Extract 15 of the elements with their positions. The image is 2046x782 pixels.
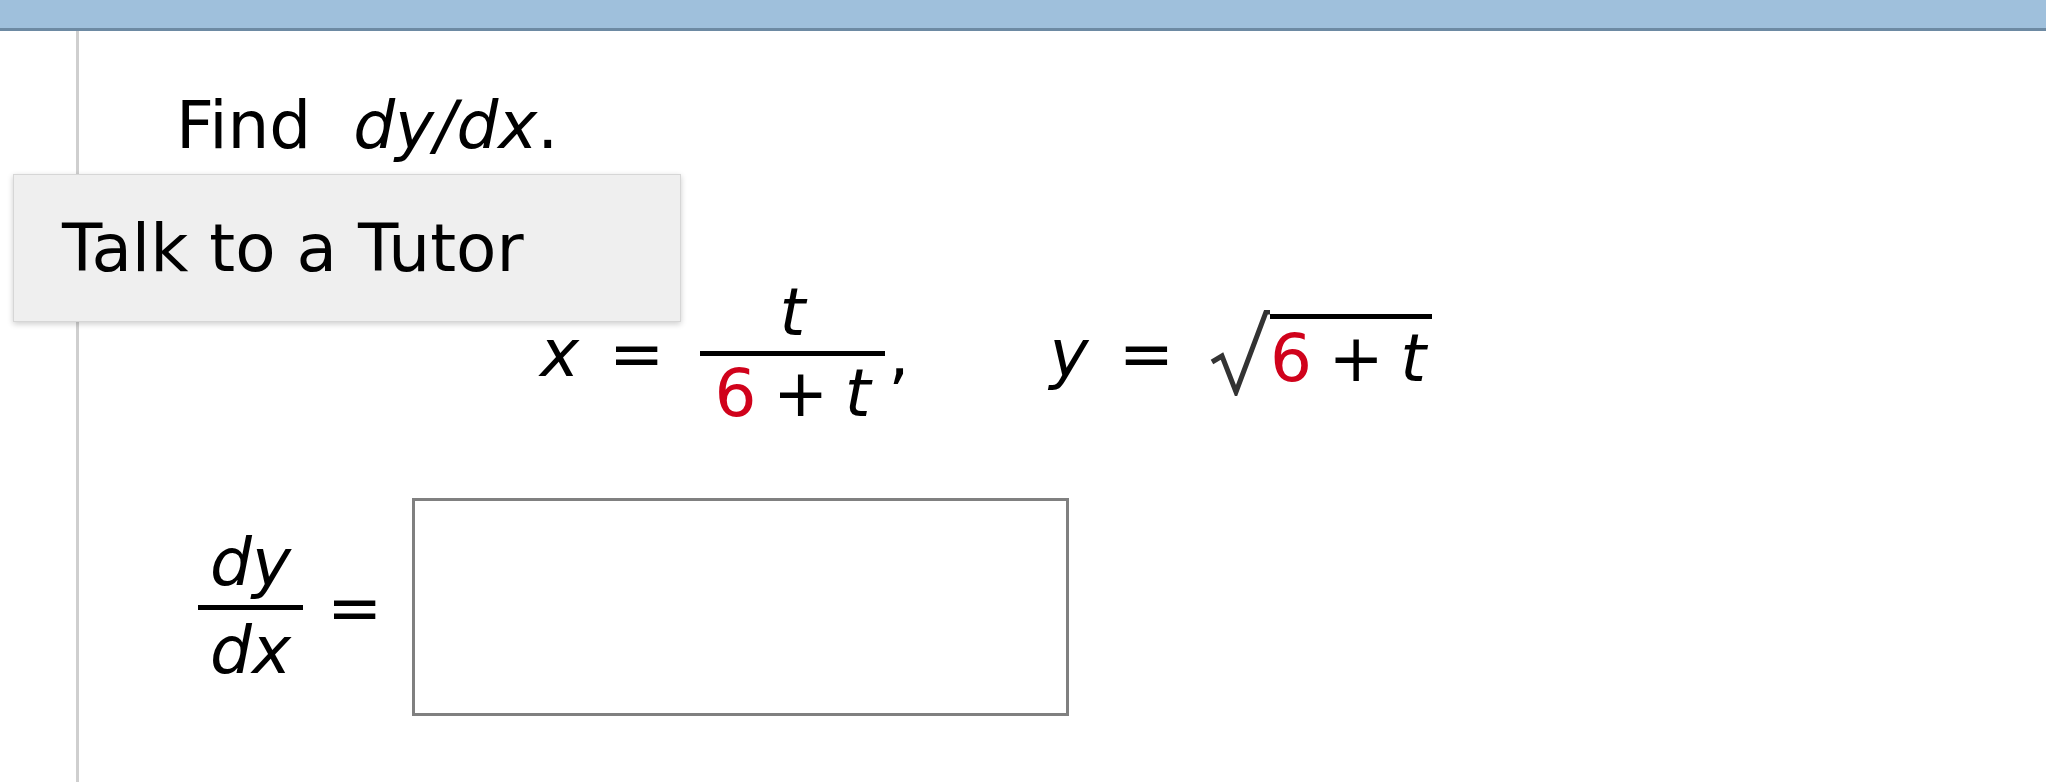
equals-sign: = — [326, 568, 383, 646]
number: 6 — [714, 354, 757, 432]
equals-sign: = — [1118, 314, 1174, 392]
answer-field[interactable] — [412, 498, 1070, 716]
operator: + — [1328, 320, 1384, 398]
variable: t — [844, 354, 871, 432]
variable: t — [779, 273, 806, 351]
comma: , — [888, 314, 910, 392]
radical-icon — [1209, 310, 1270, 396]
derivative-fraction: dy dx — [198, 522, 303, 692]
number: 6 — [1269, 320, 1312, 398]
variable: t — [1400, 320, 1427, 398]
operator: + — [772, 354, 829, 432]
tooltip: Talk to a Tutor — [13, 174, 681, 322]
variable: y — [1049, 314, 1089, 392]
